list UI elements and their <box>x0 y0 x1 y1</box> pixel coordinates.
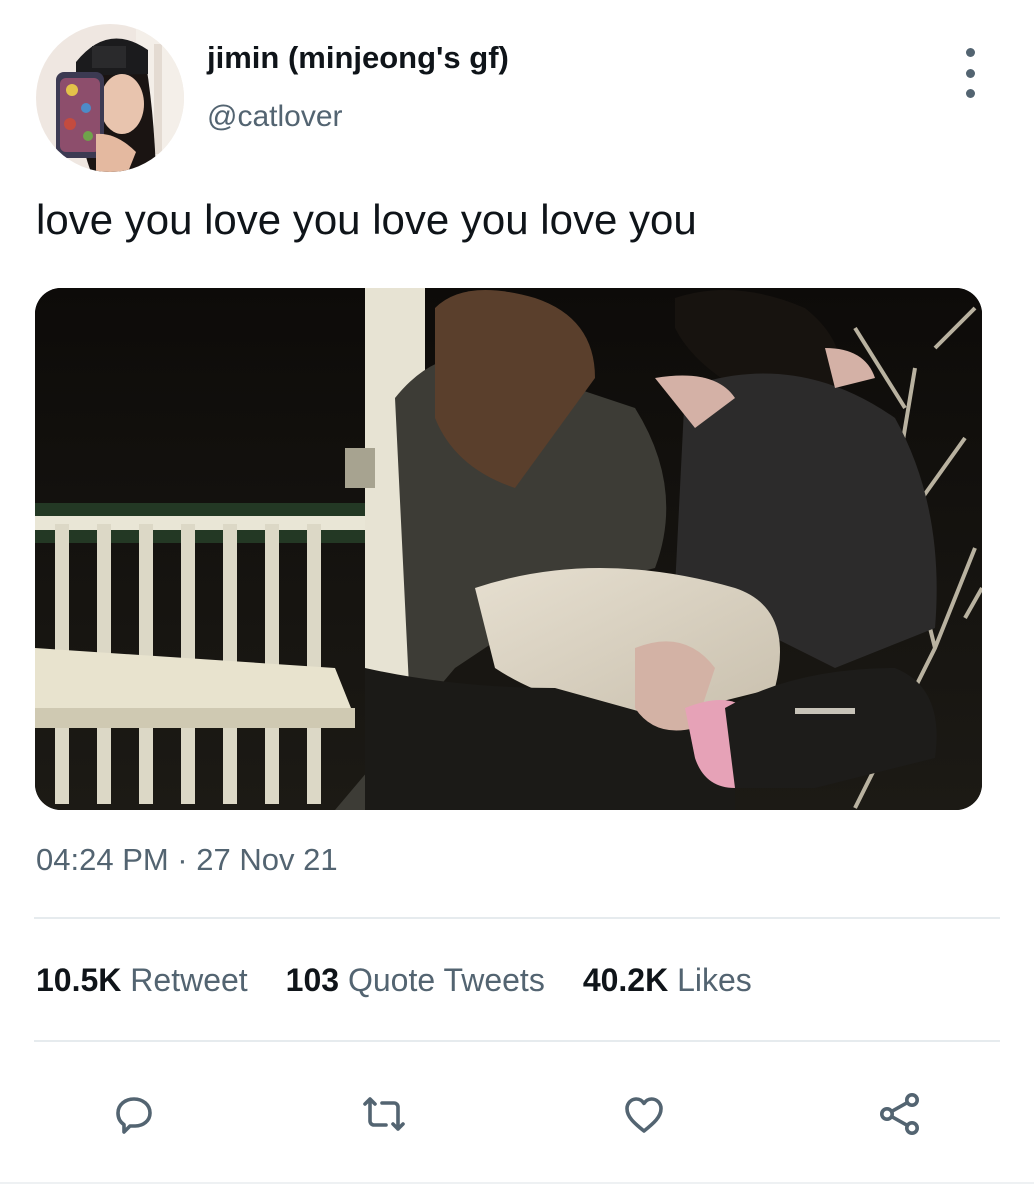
photo-scene <box>35 288 982 810</box>
display-name[interactable]: jimin (minjeong's gf) <box>207 40 509 76</box>
tweet-stats: 10.5K Retweet 103 Quote Tweets 40.2K Lik… <box>36 962 790 999</box>
bottom-divider <box>0 1182 1034 1184</box>
heart-icon[interactable] <box>616 1086 672 1142</box>
user-handle[interactable]: @catlover <box>207 100 343 134</box>
retweet-icon[interactable] <box>356 1086 412 1142</box>
likes-count: 40.2K <box>582 962 669 998</box>
retweet-count: 10.5K <box>36 962 122 998</box>
reply-icon[interactable] <box>106 1086 162 1142</box>
tweet-timestamp: 04:24 PM · 27 Nov 21 <box>36 842 338 877</box>
divider-bottom <box>34 1040 1000 1042</box>
retweet-stat[interactable]: 10.5K Retweet <box>36 962 248 999</box>
quote-tweets-count: 103 <box>285 962 340 998</box>
quote-tweets-stat[interactable]: 103 Quote Tweets <box>286 962 545 999</box>
share-icon[interactable] <box>872 1086 928 1142</box>
likes-stat[interactable]: 40.2K Likes <box>583 962 752 999</box>
avatar-photo <box>36 24 184 172</box>
divider-top <box>34 917 1000 919</box>
retweet-label: Retweet <box>130 962 248 998</box>
more-vertical-icon[interactable] <box>955 48 985 98</box>
likes-label: Likes <box>677 962 752 998</box>
avatar[interactable] <box>36 24 184 172</box>
action-bar <box>0 1086 1034 1142</box>
tweet-photo[interactable] <box>35 288 982 810</box>
quote-tweets-label: Quote Tweets <box>347 962 545 998</box>
tweet-text: love you love you love you love you <box>36 196 697 243</box>
